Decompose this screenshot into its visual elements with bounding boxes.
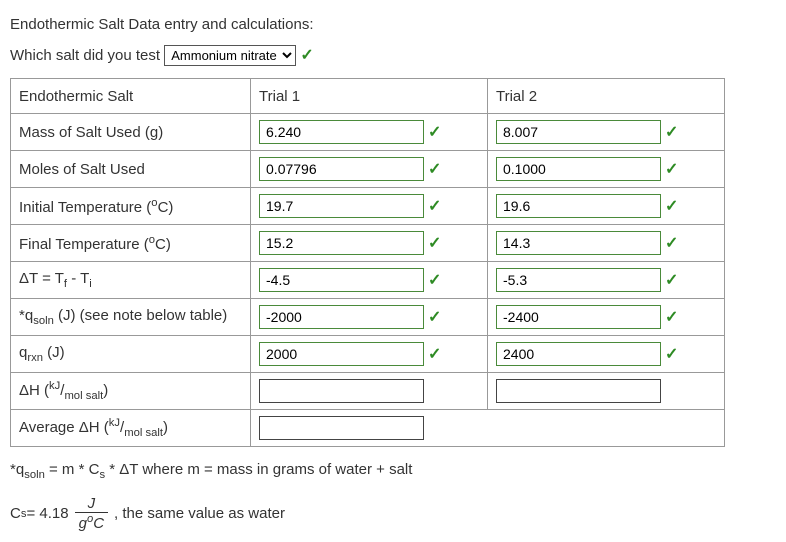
header-salt: Endothermic Salt: [11, 79, 251, 114]
check-icon: ✓: [428, 344, 441, 364]
check-icon: ✓: [428, 196, 441, 216]
dt-t2-input[interactable]: [496, 268, 661, 292]
check-icon: ✓: [428, 270, 441, 290]
header-trial1: Trial 1: [251, 79, 488, 114]
qrxn-t1-input[interactable]: [259, 342, 424, 366]
row-label-dh: ΔH (kJ/mol salt): [11, 373, 251, 410]
dt-t1-input[interactable]: [259, 268, 424, 292]
check-icon: ✓: [428, 159, 441, 179]
check-icon: ✓: [428, 233, 441, 253]
qsoln-t2-input[interactable]: [496, 305, 661, 329]
check-icon: ✓: [665, 233, 678, 253]
table-row: Initial Temperature (oC) ✓ ✓: [11, 188, 725, 225]
question-label: Which salt did you test: [10, 47, 160, 64]
check-icon: ✓: [665, 270, 678, 290]
row-label-mass: Mass of Salt Used (g): [11, 114, 251, 151]
row-label-dt: ΔT = Tf - Ti: [11, 262, 251, 299]
data-table: Endothermic Salt Trial 1 Trial 2 Mass of…: [10, 78, 725, 447]
tf-t1-input[interactable]: [259, 231, 424, 255]
check-icon: ✓: [665, 196, 678, 216]
table-header-row: Endothermic Salt Trial 1 Trial 2: [11, 79, 725, 114]
avg-dh-input[interactable]: [259, 416, 424, 440]
dh-t1-input[interactable]: [259, 379, 424, 403]
row-label-moles: Moles of Salt Used: [11, 151, 251, 188]
table-row: ΔT = Tf - Ti ✓ ✓: [11, 262, 725, 299]
check-icon: ✓: [300, 47, 313, 64]
mass-t1-input[interactable]: [259, 120, 424, 144]
ti-t2-input[interactable]: [496, 194, 661, 218]
check-icon: ✓: [665, 122, 678, 142]
check-icon: ✓: [665, 159, 678, 179]
salt-select[interactable]: Ammonium nitrate: [164, 45, 296, 66]
row-label-ti: Initial Temperature (oC): [11, 188, 251, 225]
salt-question-row: Which salt did you test Ammonium nitrate…: [10, 45, 776, 66]
qrxn-t2-input[interactable]: [496, 342, 661, 366]
cs-definition: Cs = 4.18 J goC , the same value as wate…: [10, 495, 776, 532]
header-text: Endothermic Salt Data entry and calculat…: [10, 16, 776, 33]
check-icon: ✓: [665, 307, 678, 327]
moles-t1-input[interactable]: [259, 157, 424, 181]
check-icon: ✓: [665, 344, 678, 364]
row-label-avg: Average ΔH (kJ/mol salt): [11, 410, 251, 447]
check-icon: ✓: [428, 122, 441, 142]
ti-t1-input[interactable]: [259, 194, 424, 218]
header-trial2: Trial 2: [488, 79, 725, 114]
moles-t2-input[interactable]: [496, 157, 661, 181]
table-row: Mass of Salt Used (g) ✓ ✓: [11, 114, 725, 151]
tf-t2-input[interactable]: [496, 231, 661, 255]
table-row: ΔH (kJ/mol salt): [11, 373, 725, 410]
dh-t2-input[interactable]: [496, 379, 661, 403]
mass-t2-input[interactable]: [496, 120, 661, 144]
qsoln-t1-input[interactable]: [259, 305, 424, 329]
table-row: Final Temperature (oC) ✓ ✓: [11, 225, 725, 262]
table-row: Average ΔH (kJ/mol salt): [11, 410, 725, 447]
qsoln-note: *qsoln = m * Cs * ΔT where m = mass in g…: [10, 461, 776, 481]
row-label-qsoln: *qsoln (J) (see note below table): [11, 299, 251, 336]
table-row: *qsoln (J) (see note below table) ✓ ✓: [11, 299, 725, 336]
table-row: Moles of Salt Used ✓ ✓: [11, 151, 725, 188]
row-label-qrxn: qrxn (J): [11, 336, 251, 373]
fraction: J goC: [75, 495, 108, 532]
row-label-tf: Final Temperature (oC): [11, 225, 251, 262]
table-row: qrxn (J) ✓ ✓: [11, 336, 725, 373]
check-icon: ✓: [428, 307, 441, 327]
